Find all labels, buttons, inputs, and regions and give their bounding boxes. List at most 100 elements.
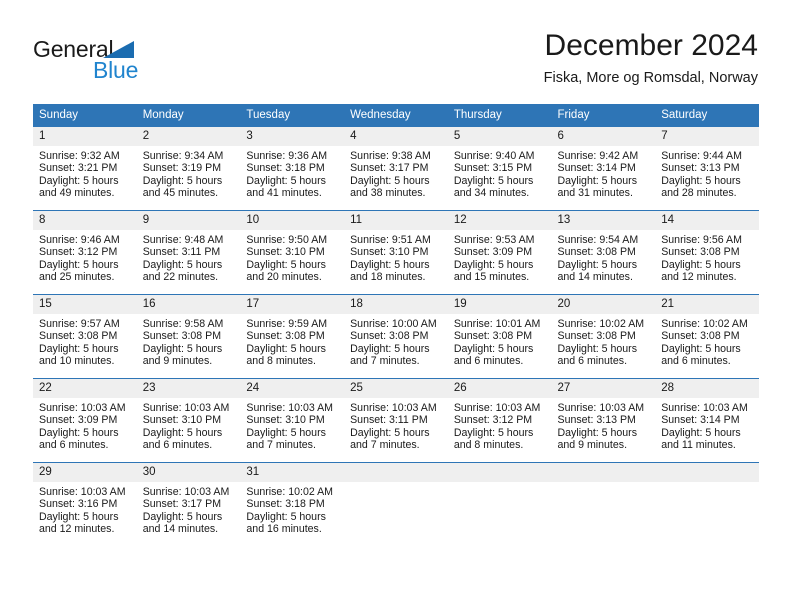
daylight-text-line1: Daylight: 5 hours — [453, 258, 534, 271]
day-cell-inner: 24 Sunrise: 10:03 AM Sunset: 3:10 PM Daylig… — [240, 379, 345, 462]
calendar-day-cell[interactable]: 21 Sunrise: 10:02 AM Sunset: 3:08 PM Daylig… — [655, 294, 759, 379]
sunset-text: Sunset: 3:12 PM — [39, 246, 118, 259]
day-cell-inner: 1 Sunrise: 9:32 AM Sunset: 3:21 PM Daylight… — [33, 127, 137, 210]
generalblue-logo[interactable]: General Blue — [33, 36, 203, 86]
daylight-text-line1: Daylight: 5 hours — [246, 342, 326, 355]
column-header-thursday: Thursday — [447, 104, 552, 127]
calendar-day-cell[interactable]: 27 Sunrise: 10:03 AM Sunset: 3:13 PM Daylig… — [551, 378, 656, 463]
daylight-text-line2: and 14 minutes. — [557, 270, 633, 283]
calendar-day-cell[interactable]: 14 Sunrise: 9:56 AM Sunset: 3:08 PM Dayligh… — [655, 210, 759, 295]
calendar-day-cell[interactable]: 5 Sunrise: 9:40 AM Sunset: 3:15 PM Daylight… — [447, 126, 552, 211]
daylight-text-line1: Daylight: 5 hours — [142, 510, 223, 523]
calendar-day-cell[interactable]: 11 Sunrise: 9:51 AM Sunset: 3:10 PM Dayligh… — [344, 210, 448, 295]
day-cell-inner — [447, 463, 552, 546]
day-details: Sunrise: 9:53 AM Sunset: 3:09 PM Daylight:… — [447, 230, 552, 284]
calendar-day-cell[interactable]: 20 Sunrise: 10:02 AM Sunset: 3:08 PM Daylig… — [551, 294, 656, 379]
sunrise-text: Sunrise: 10:03 AM — [142, 402, 230, 414]
calendar-day-cell[interactable]: 7 Sunrise: 9:44 AM Sunset: 3:13 PM Daylight… — [655, 126, 759, 211]
day-cell-inner: 9 Sunrise: 9:48 AM Sunset: 3:11 PM Daylight… — [136, 211, 241, 294]
day-details: Sunrise: 9:48 AM Sunset: 3:11 PM Daylight:… — [136, 230, 241, 284]
calendar-day-cell[interactable]: 17 Sunrise: 9:59 AM Sunset: 3:08 PM Dayligh… — [240, 294, 345, 379]
calendar-day-cell[interactable]: 9 Sunrise: 9:48 AM Sunset: 3:11 PM Daylight… — [136, 210, 241, 295]
calendar-day-cell[interactable]: 25 Sunrise: 10:03 AM Sunset: 3:11 PM Daylig… — [344, 378, 448, 463]
calendar-day-cell[interactable]: 6 Sunrise: 9:42 AM Sunset: 3:14 PM Daylight… — [551, 126, 656, 211]
day-cell-inner: 6 Sunrise: 9:42 AM Sunset: 3:14 PM Daylight… — [551, 127, 656, 210]
day-number: 26 — [447, 379, 552, 398]
sunrise-text: Sunrise: 9:54 AM — [557, 234, 639, 246]
day-number — [655, 463, 759, 482]
sunset-text: Sunset: 3:09 PM — [39, 414, 118, 427]
daylight-text-line2: and 6 minutes. — [661, 354, 731, 367]
daylight-text-line2: and 38 minutes. — [350, 186, 426, 199]
daylight-text-line1: Daylight: 5 hours — [557, 174, 638, 187]
sunset-text: Sunset: 3:13 PM — [557, 414, 636, 427]
day-cell-inner: 25 Sunrise: 10:03 AM Sunset: 3:11 PM Daylig… — [344, 379, 448, 462]
calendar-day-cell[interactable]: 24 Sunrise: 10:03 AM Sunset: 3:10 PM Daylig… — [240, 378, 345, 463]
calendar-day-cell[interactable]: 22 Sunrise: 10:03 AM Sunset: 3:09 PM Daylig… — [33, 378, 137, 463]
calendar-week-row: 8 Sunrise: 9:46 AM Sunset: 3:12 PM Daylight… — [33, 210, 759, 295]
sunrise-text: Sunrise: 10:03 AM — [142, 486, 230, 498]
day-cell-inner: 16 Sunrise: 9:58 AM Sunset: 3:08 PM Dayligh… — [136, 295, 241, 378]
title-block: December 2024 Fiska, More og Romsdal, No… — [544, 28, 758, 89]
calendar-day-cell[interactable]: 16 Sunrise: 9:58 AM Sunset: 3:08 PM Dayligh… — [136, 294, 241, 379]
calendar-day-cell[interactable]: 3 Sunrise: 9:36 AM Sunset: 3:18 PM Daylight… — [240, 126, 345, 211]
day-number: 16 — [136, 295, 241, 314]
day-cell-inner — [655, 463, 759, 546]
calendar-day-cell[interactable]: 30 Sunrise: 10:03 AM Sunset: 3:17 PM Daylig… — [136, 462, 241, 546]
day-details: Sunrise: 10:03 AM Sunset: 3:10 PM Daylight… — [136, 398, 241, 452]
daylight-text-line2: and 11 minutes. — [661, 438, 736, 451]
day-details: Sunrise: 10:00 AM Sunset: 3:08 PM Daylight… — [344, 314, 448, 368]
daylight-text-line1: Daylight: 5 hours — [246, 258, 326, 271]
daylight-text-line1: Daylight: 5 hours — [142, 426, 223, 439]
calendar-day-cell-empty — [551, 462, 656, 546]
daylight-text-line1: Daylight: 5 hours — [39, 426, 119, 439]
day-number: 29 — [33, 463, 137, 482]
day-details: Sunrise: 9:59 AM Sunset: 3:08 PM Daylight:… — [240, 314, 345, 368]
sunrise-text: Sunrise: 9:44 AM — [661, 150, 742, 162]
calendar-day-cell[interactable]: 28 Sunrise: 10:03 AM Sunset: 3:14 PM Daylig… — [655, 378, 759, 463]
calendar-day-cell[interactable]: 12 Sunrise: 9:53 AM Sunset: 3:09 PM Dayligh… — [447, 210, 552, 295]
calendar-day-cell[interactable]: 26 Sunrise: 10:03 AM Sunset: 3:12 PM Daylig… — [447, 378, 552, 463]
daylight-text-line2: and 9 minutes. — [142, 354, 213, 367]
day-cell-inner: 19 Sunrise: 10:01 AM Sunset: 3:08 PM Daylig… — [447, 295, 552, 378]
day-cell-inner — [344, 463, 448, 546]
daylight-text-line1: Daylight: 5 hours — [557, 342, 638, 355]
calendar-day-cell[interactable]: 8 Sunrise: 9:46 AM Sunset: 3:12 PM Daylight… — [33, 210, 137, 295]
calendar-day-cell[interactable]: 15 Sunrise: 9:57 AM Sunset: 3:08 PM Dayligh… — [33, 294, 137, 379]
day-number: 30 — [136, 463, 241, 482]
calendar-day-cell[interactable]: 19 Sunrise: 10:01 AM Sunset: 3:08 PM Daylig… — [447, 294, 552, 379]
daylight-text-line2: and 22 minutes. — [142, 270, 219, 283]
day-cell-inner: 13 Sunrise: 9:54 AM Sunset: 3:08 PM Dayligh… — [551, 211, 656, 294]
daylight-text-line1: Daylight: 5 hours — [39, 258, 119, 271]
day-details: Sunrise: 9:40 AM Sunset: 3:15 PM Daylight:… — [447, 146, 552, 200]
day-details: Sunrise: 10:03 AM Sunset: 3:09 PM Daylight… — [33, 398, 137, 452]
daylight-text-line1: Daylight: 5 hours — [661, 174, 741, 187]
calendar-day-cell[interactable]: 10 Sunrise: 9:50 AM Sunset: 3:10 PM Dayligh… — [240, 210, 345, 295]
calendar-day-cell[interactable]: 13 Sunrise: 9:54 AM Sunset: 3:08 PM Dayligh… — [551, 210, 656, 295]
day-number — [551, 463, 656, 482]
calendar-day-cell[interactable]: 4 Sunrise: 9:38 AM Sunset: 3:17 PM Daylight… — [344, 126, 448, 211]
daylight-text-line2: and 28 minutes. — [661, 186, 737, 199]
sunset-text: Sunset: 3:12 PM — [453, 414, 533, 427]
calendar-day-cell[interactable]: 18 Sunrise: 10:00 AM Sunset: 3:08 PM Daylig… — [344, 294, 448, 379]
day-details: Sunrise: 10:03 AM Sunset: 3:11 PM Daylight… — [344, 398, 448, 452]
calendar-day-cell[interactable]: 2 Sunrise: 9:34 AM Sunset: 3:19 PM Daylight… — [136, 126, 241, 211]
sunrise-text: Sunrise: 9:38 AM — [350, 150, 431, 162]
sunset-text: Sunset: 3:18 PM — [246, 162, 325, 175]
sunrise-text: Sunrise: 9:58 AM — [142, 318, 224, 330]
sunset-text: Sunset: 3:16 PM — [39, 498, 118, 511]
daylight-text-line2: and 41 minutes. — [246, 186, 322, 199]
calendar-day-cell[interactable]: 1 Sunrise: 9:32 AM Sunset: 3:21 PM Daylight… — [33, 126, 137, 211]
calendar-day-cell[interactable]: 31 Sunrise: 10:02 AM Sunset: 3:18 PM Daylig… — [240, 462, 345, 546]
daylight-text-line2: and 45 minutes. — [142, 186, 219, 199]
calendar-day-cell-empty — [344, 462, 448, 546]
day-cell-inner: 23 Sunrise: 10:03 AM Sunset: 3:10 PM Daylig… — [136, 379, 241, 462]
day-cell-inner: 18 Sunrise: 10:00 AM Sunset: 3:08 PM Daylig… — [344, 295, 448, 378]
calendar-day-cell[interactable]: 23 Sunrise: 10:03 AM Sunset: 3:10 PM Daylig… — [136, 378, 241, 463]
day-details: Sunrise: 9:54 AM Sunset: 3:08 PM Daylight:… — [551, 230, 656, 284]
month-calendar-table: Sunday Monday Tuesday Wednesday Thursday… — [33, 104, 759, 546]
calendar-day-cell[interactable]: 29 Sunrise: 10:03 AM Sunset: 3:16 PM Daylig… — [33, 462, 137, 546]
daylight-text-line2: and 6 minutes. — [453, 354, 524, 367]
sunset-text: Sunset: 3:13 PM — [661, 162, 740, 175]
day-number: 21 — [655, 295, 759, 314]
